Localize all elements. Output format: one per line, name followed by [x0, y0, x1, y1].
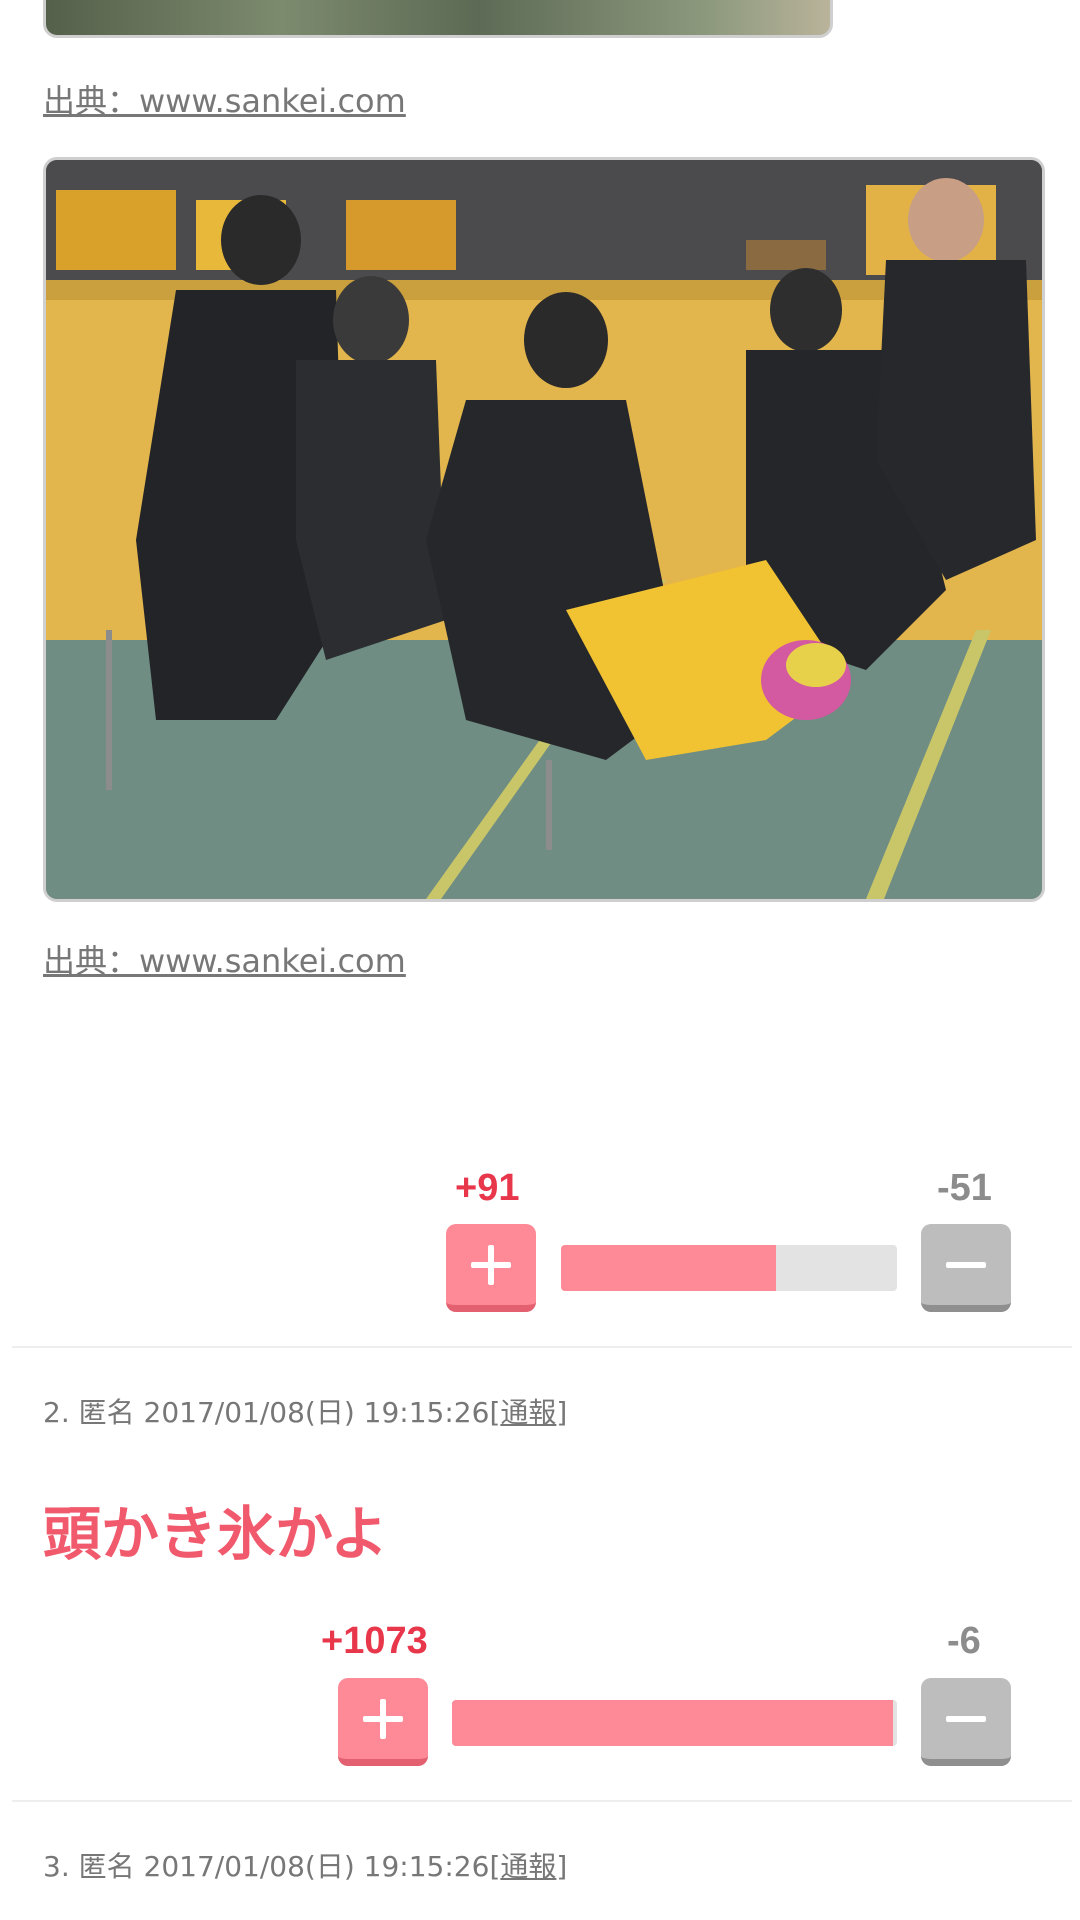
- plus-vote-button[interactable]: [338, 1678, 428, 1766]
- comment-author: 匿名: [78, 1396, 135, 1429]
- photo-source-link-1[interactable]: 出典：www.sankei.com: [43, 76, 406, 122]
- vote-ratio-fill: [452, 1700, 893, 1746]
- photo-source-link-2[interactable]: 出典：www.sankei.com: [43, 936, 406, 982]
- comment-datetime: 2017/01/08(日) 19:15:26: [143, 1396, 490, 1429]
- comment-datetime: 2017/01/08(日) 19:15:26: [143, 1850, 490, 1883]
- minus-icon: [946, 1262, 986, 1268]
- plus-vote-count: +91: [455, 1167, 520, 1209]
- vote-ratio-bar: [452, 1700, 897, 1746]
- comment-number: 2.: [43, 1396, 70, 1429]
- comment-meta: 2. 匿名 2017/01/08(日) 19:15:26[通報]: [43, 1396, 568, 1429]
- plus-vote-button[interactable]: [446, 1224, 536, 1312]
- comment-meta: 3. 匿名 2017/01/08(日) 19:15:26[通報]: [43, 1850, 568, 1883]
- minus-vote-count: -6: [947, 1620, 981, 1662]
- minus-vote-count: -51: [937, 1167, 992, 1209]
- vote-ratio-bar: [561, 1245, 897, 1291]
- minus-vote-button[interactable]: [921, 1678, 1011, 1766]
- report-link[interactable]: 通報: [500, 1850, 556, 1883]
- plus-vote-count: +1073: [321, 1620, 428, 1662]
- report-link[interactable]: 通報: [500, 1396, 556, 1429]
- comment-author: 匿名: [78, 1850, 135, 1883]
- comment-divider: [12, 1346, 1072, 1348]
- vote-ratio-fill: [561, 1245, 777, 1291]
- article-photo-1: [43, 0, 833, 38]
- comment-body: 頭かき氷かよ: [43, 1500, 389, 1568]
- article-photo-2: [43, 157, 1045, 902]
- photo-illustration: [46, 160, 1042, 899]
- comment-divider: [12, 1800, 1072, 1802]
- minus-vote-button[interactable]: [921, 1224, 1011, 1312]
- comment-number: 3.: [43, 1850, 70, 1883]
- minus-icon: [946, 1716, 986, 1722]
